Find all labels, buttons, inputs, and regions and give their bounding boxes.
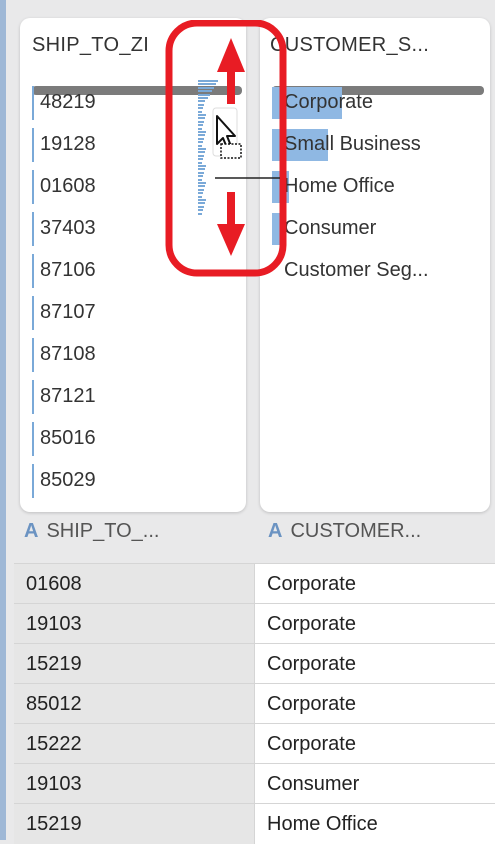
resize-annotation	[165, 20, 287, 277]
customer-cell[interactable]: Corporate	[254, 604, 495, 644]
segment-label: Customer Seg...	[284, 259, 429, 281]
zip-card-title: SHIP_TO_ZI	[32, 34, 150, 56]
zip-list-item[interactable]: 85029	[32, 461, 182, 503]
ship-to-cell[interactable]: 19103	[14, 764, 254, 804]
ship-to-cell[interactable]: 15222	[14, 724, 254, 764]
zip-value: 87107	[40, 301, 96, 323]
zip-value: 85016	[40, 427, 96, 449]
segment-label: Consumer	[284, 217, 377, 239]
value-tick	[32, 254, 34, 288]
zip-value: 01608	[40, 175, 96, 197]
segment-label: Home Office	[284, 175, 395, 197]
value-tick	[32, 212, 34, 246]
value-tick	[32, 170, 34, 204]
segment-card-title: CUSTOMER_S...	[270, 34, 430, 56]
zip-list-item[interactable]: 87106	[32, 251, 182, 293]
left-edge-bar	[0, 0, 6, 840]
table-row[interactable]: 15219 Home Office	[14, 803, 495, 844]
zip-value: 48219	[40, 91, 96, 113]
customer-cell[interactable]: Consumer	[254, 764, 495, 804]
zip-list-item[interactable]: 19128	[32, 125, 182, 167]
value-tick	[32, 86, 34, 120]
segment-profile-card[interactable]: CUSTOMER_S... Corporate Small Business Hom…	[260, 18, 490, 512]
value-tick	[32, 128, 34, 162]
zip-list-item[interactable]: 87107	[32, 293, 182, 335]
value-tick	[32, 338, 34, 372]
column-header-label: SHIP_TO_...	[46, 520, 160, 542]
segment-list-item[interactable]: Consumer	[272, 209, 482, 251]
customer-cell[interactable]: Corporate	[254, 644, 495, 684]
text-type-icon: A	[24, 520, 39, 542]
down-arrow-icon	[217, 192, 245, 256]
segment-list-item[interactable]: Customer Seg...	[272, 251, 482, 293]
value-tick	[32, 422, 34, 456]
value-tick	[32, 464, 34, 498]
table-row[interactable]: 15222 Corporate	[14, 723, 495, 764]
column-header-ship-to[interactable]: A SHIP_TO_...	[24, 520, 159, 562]
column-header-label: CUSTOMER...	[290, 520, 422, 542]
table-row[interactable]: 01608 Corporate	[14, 563, 495, 604]
segment-list-item[interactable]: Small Business	[272, 125, 482, 167]
zip-list-item[interactable]: 01608	[32, 167, 182, 209]
segment-list-item[interactable]: Home Office	[272, 167, 482, 209]
table-row[interactable]: 85012 Corporate	[14, 683, 495, 724]
customer-cell[interactable]: Corporate	[254, 564, 495, 604]
ship-to-cell[interactable]: 15219	[14, 804, 254, 844]
ship-to-cell[interactable]: 01608	[14, 564, 254, 604]
zip-value: 37403	[40, 217, 96, 239]
zip-list-item[interactable]: 87108	[32, 335, 182, 377]
zip-value: 87106	[40, 259, 96, 281]
text-type-icon: A	[268, 520, 283, 542]
up-arrow-icon	[217, 38, 245, 104]
value-tick	[32, 296, 34, 330]
segment-label: Small Business	[284, 133, 421, 155]
zip-value: 87108	[40, 343, 96, 365]
column-header-customer[interactable]: A CUSTOMER...	[268, 520, 421, 562]
zip-list-item[interactable]: 87121	[32, 377, 182, 419]
zip-value: 19128	[40, 133, 96, 155]
table-row[interactable]: 15219 Corporate	[14, 643, 495, 684]
ship-to-cell[interactable]: 15219	[14, 644, 254, 684]
customer-cell[interactable]: Corporate	[254, 724, 495, 764]
zip-list-item[interactable]: 48219	[32, 83, 182, 125]
customer-cell[interactable]: Corporate	[254, 684, 495, 724]
value-tick	[32, 380, 34, 414]
zip-value: 87121	[40, 385, 96, 407]
customer-cell[interactable]: Home Office	[254, 804, 495, 844]
segment-label: Corporate	[284, 91, 373, 113]
segment-list-item[interactable]: Corporate	[272, 83, 482, 125]
ship-to-cell[interactable]: 19103	[14, 604, 254, 644]
table-row[interactable]: 19103 Consumer	[14, 763, 495, 804]
ship-to-cell[interactable]: 85012	[14, 684, 254, 724]
zip-list-item[interactable]: 37403	[32, 209, 182, 251]
table-row[interactable]: 19103 Corporate	[14, 603, 495, 644]
zip-list-item[interactable]: 85016	[32, 419, 182, 461]
mouse-cursor-icon	[212, 107, 242, 159]
zip-value: 85029	[40, 469, 96, 491]
